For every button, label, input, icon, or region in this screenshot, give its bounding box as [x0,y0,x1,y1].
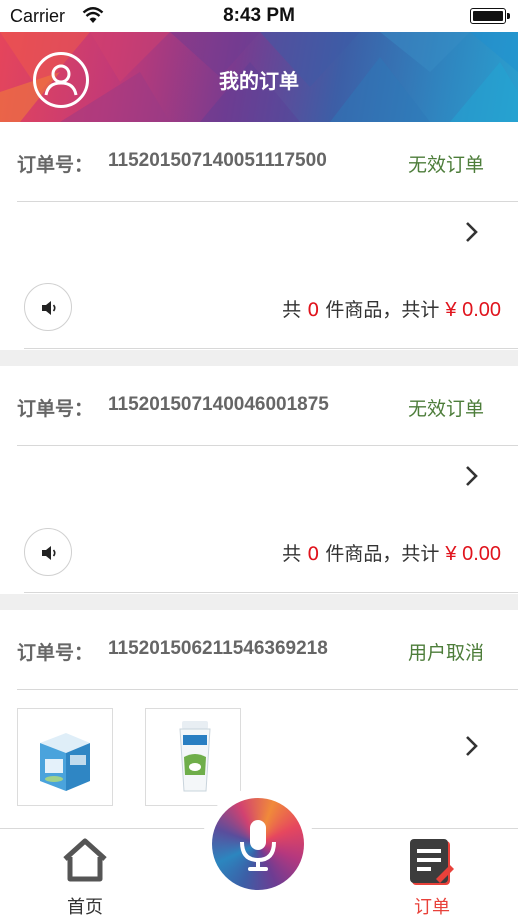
summary-mid: 件商品，共计 [325,299,440,321]
section-gap [0,594,518,610]
tab-order-label: 订单 [414,897,450,918]
divider [24,348,518,349]
summary-prefix: 共 [282,543,302,565]
chevron-right-icon[interactable] [464,734,480,758]
microphone-icon [240,820,276,871]
order-status: 用户取消 [407,642,484,664]
clock: 8:43 PM [223,5,295,26]
home-icon [63,838,107,882]
order-amount: ¥ 0.00 [445,543,501,565]
order-header: 订单号： 115201507140046001875 无效订单 [0,366,518,446]
battery-icon [470,8,510,24]
item-count: 0 [307,299,320,321]
item-count: 0 [307,543,320,565]
summary-prefix: 共 [282,299,302,321]
order-summary: 共 0 件商品，共计 ¥ 0.00 [282,539,501,566]
order-number: 115201507140046001875 [108,394,329,415]
chevron-right-icon[interactable] [464,220,480,244]
speaker-button[interactable] [24,283,72,331]
order-number-label: 订单号： [17,154,94,176]
divider [17,201,518,202]
tab-home[interactable]: 首页 [55,835,115,918]
voice-button-wrapper [202,788,314,900]
order-header: 订单号： 115201506211546369218 用户取消 [0,610,518,690]
order-summary: 共 0 件商品，共计 ¥ 0.00 [282,295,501,322]
divider [17,689,518,690]
tab-order[interactable]: 订单 [400,835,464,918]
milk-carton-image [40,733,90,791]
order-number-label: 订单号： [17,642,94,664]
summary-mid: 件商品，共计 [325,543,440,565]
product-thumbnail[interactable] [17,708,113,806]
order-status: 无效订单 [407,398,484,420]
order-card[interactable]: 订单号： 115201507140051117500 无效订单 共 0 件商品，… [0,122,518,350]
section-gap [0,350,518,366]
tab-home-label: 首页 [67,897,103,918]
yogurt-cup-image [179,721,211,792]
product-thumbnail[interactable] [145,708,241,806]
speaker-icon [42,546,56,560]
order-card[interactable]: 订单号： 115201507140046001875 无效订单 共 0 件商品，… [0,366,518,594]
order-number-label: 订单号： [17,398,94,420]
speaker-button[interactable] [24,528,72,576]
order-number: 115201507140051117500 [108,150,327,171]
order-amount: ¥ 0.00 [445,299,501,321]
order-header: 订单号： 115201507140051117500 无效订单 [0,122,518,202]
divider [24,592,518,593]
page-title: 我的订单 [219,69,299,93]
header: 我的订单 [0,32,518,122]
voice-button[interactable] [212,798,304,890]
order-list-icon [410,839,454,885]
order-number: 115201506211546369218 [108,638,328,659]
speaker-icon [42,301,56,315]
divider [17,445,518,446]
chevron-right-icon[interactable] [464,464,480,488]
status-bar: Carrier 8:43 PM [0,0,518,32]
order-status: 无效订单 [407,154,484,176]
